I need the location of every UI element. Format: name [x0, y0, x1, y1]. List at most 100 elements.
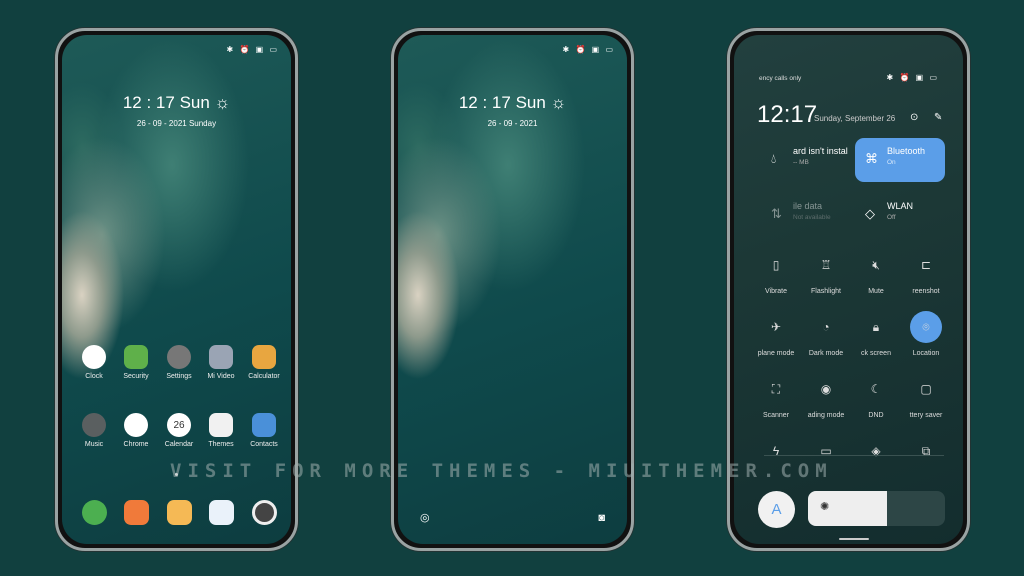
home-indicator[interactable]	[839, 538, 869, 540]
toggle-dnd[interactable]: ☾ DND	[851, 373, 901, 419]
app-music[interactable]: Music	[72, 413, 116, 448]
toggle-icon: ⊏	[920, 258, 932, 272]
app-label: Calendar	[164, 441, 194, 448]
toggle-label: Mute	[868, 288, 884, 295]
gallery-icon	[208, 500, 234, 525]
toggle-icon: 🔒︎	[872, 319, 880, 334]
tile-icon: 💧︎	[771, 151, 777, 166]
dock-messages[interactable]	[114, 500, 158, 529]
tile-subtitle: On	[887, 159, 896, 166]
date: 26 - 09 - 2021 Sunday	[136, 119, 217, 128]
toggle-label: plane mode	[757, 350, 795, 357]
app-clock-icon	[82, 345, 106, 369]
dock-notes[interactable]	[157, 500, 201, 529]
app-label: Settings	[166, 373, 192, 380]
app-label: Chrome	[123, 441, 149, 448]
app-contacts[interactable]: Contacts	[242, 413, 286, 448]
clock: 12 : 17 Sun ☼	[122, 93, 231, 112]
app-themes[interactable]: Themes	[199, 413, 243, 448]
tile-3[interactable]: ◇ WLAN Off	[855, 193, 945, 237]
watermark: VISIT FOR MORE THEMES - MIUITHEMER.COM	[170, 460, 833, 482]
tile-title: WLAN	[887, 201, 914, 211]
toggle-plane-mode[interactable]: ✈ plane mode	[751, 311, 801, 357]
toggle-label: Vibrate	[764, 288, 788, 295]
toggle-mute[interactable]: 🔇︎ Mute	[851, 249, 901, 296]
toggle-label: Scanner	[762, 412, 790, 419]
sun-icon: ☼	[214, 93, 231, 112]
edit-icon[interactable]: ✎	[934, 112, 942, 123]
app-clock[interactable]: Clock	[72, 345, 116, 380]
toggle-icon: ⛶	[771, 381, 781, 396]
shortcut-icon[interactable]: ◎	[420, 511, 430, 524]
notes-icon	[166, 500, 192, 525]
app-label: Themes	[208, 441, 234, 448]
app-label: Security	[123, 373, 149, 380]
brightness-slider[interactable]: ✺	[808, 491, 945, 526]
divider	[764, 455, 944, 456]
tile-title: ard isn't instal	[793, 146, 848, 156]
app-label: Mi Video	[207, 373, 235, 380]
toggle-label: Flashlight	[811, 288, 841, 295]
app-label: Calculator	[248, 373, 280, 380]
toggle-label: DND	[868, 412, 884, 419]
app-calculator[interactable]: Calculator	[242, 345, 286, 380]
sun-icon: ☼	[550, 93, 567, 112]
dock-phone[interactable]	[72, 500, 116, 529]
toggle-scanner[interactable]: ⛶ Scanner	[751, 373, 801, 420]
toggle-ttery-saver[interactable]: ▢ ttery saver	[901, 373, 951, 419]
toggle-location[interactable]: ⌾ Location	[901, 311, 951, 357]
toggle-flashlight[interactable]: ♖ Flashlight	[801, 249, 851, 295]
toggle-icon: ✈	[770, 320, 782, 334]
tile-icon: ⌘	[865, 151, 878, 166]
tile-subtitle: Not available	[793, 214, 831, 221]
toggle-label: reenshot	[912, 288, 940, 295]
dock-camera[interactable]	[242, 500, 286, 529]
toggle-icon: ⌾	[910, 311, 942, 343]
auto-brightness-button[interactable]: A	[758, 491, 795, 528]
toggle-label: Location	[912, 350, 940, 357]
app-chrome-icon	[124, 413, 148, 437]
app-calendar-icon: 26	[167, 413, 191, 437]
toggle-label: ading mode	[807, 412, 845, 419]
app-label: Music	[84, 441, 104, 448]
toggle-vibrate[interactable]: ▯ Vibrate	[751, 249, 801, 295]
tile-subtitle: Off	[887, 214, 896, 221]
app-contacts-icon	[252, 413, 276, 437]
phone-icon	[81, 500, 107, 525]
date: Sunday, September 26	[814, 114, 896, 123]
tile-icon: ⇅	[771, 206, 782, 221]
app-settings[interactable]: Settings	[157, 345, 201, 380]
toggle-ck-screen[interactable]: 🔒︎ ck screen	[851, 311, 901, 358]
dock-gallery[interactable]	[199, 500, 243, 529]
app-music-icon	[82, 413, 106, 437]
camera-icon[interactable]: ◙	[598, 512, 605, 524]
time: 12:17	[757, 101, 818, 128]
tile-1[interactable]: ⌘ Bluetooth On	[855, 138, 945, 182]
status-icons: ✱ ⏰ ▣ ▭	[562, 45, 615, 54]
toggle-ading-mode[interactable]: ◉ ading mode	[801, 373, 851, 419]
app-mi-video[interactable]: Mi Video	[199, 345, 243, 380]
toggle-dark-mode[interactable]: ◔ Dark mode	[801, 311, 851, 357]
tile-0[interactable]: 💧︎ ard isn't instal -- MB	[761, 138, 851, 182]
app-security-icon	[124, 345, 148, 369]
toggle-reenshot[interactable]: ⊏ reenshot	[901, 249, 951, 295]
app-label: Clock	[85, 373, 103, 380]
toggle-icon: 🔇︎	[872, 257, 880, 272]
clock: 12 : 17 Sun ☼	[458, 93, 567, 112]
tile-2[interactable]: ⇅ ile data Not available	[761, 193, 851, 237]
toggle-label: Dark mode	[808, 350, 844, 357]
settings-icon[interactable]: ⊙	[910, 112, 918, 123]
toggle-icon: ⧉	[921, 443, 931, 458]
app-themes-icon	[209, 413, 233, 437]
app-calendar[interactable]: 26 Calendar	[157, 413, 201, 448]
toggle-icon: ♖	[820, 258, 832, 272]
app-chrome[interactable]: Chrome	[114, 413, 158, 448]
toggle-label: ttery saver	[909, 412, 943, 419]
tile-title: Bluetooth	[887, 146, 926, 156]
app-security[interactable]: Security	[114, 345, 158, 380]
toggle-icon: ☾	[870, 382, 882, 396]
app-mi-video-icon	[209, 345, 233, 369]
toggle-label: ck screen	[861, 350, 891, 357]
toggle-icon: ◉	[820, 382, 832, 396]
tile-icon: ◇	[865, 206, 875, 221]
